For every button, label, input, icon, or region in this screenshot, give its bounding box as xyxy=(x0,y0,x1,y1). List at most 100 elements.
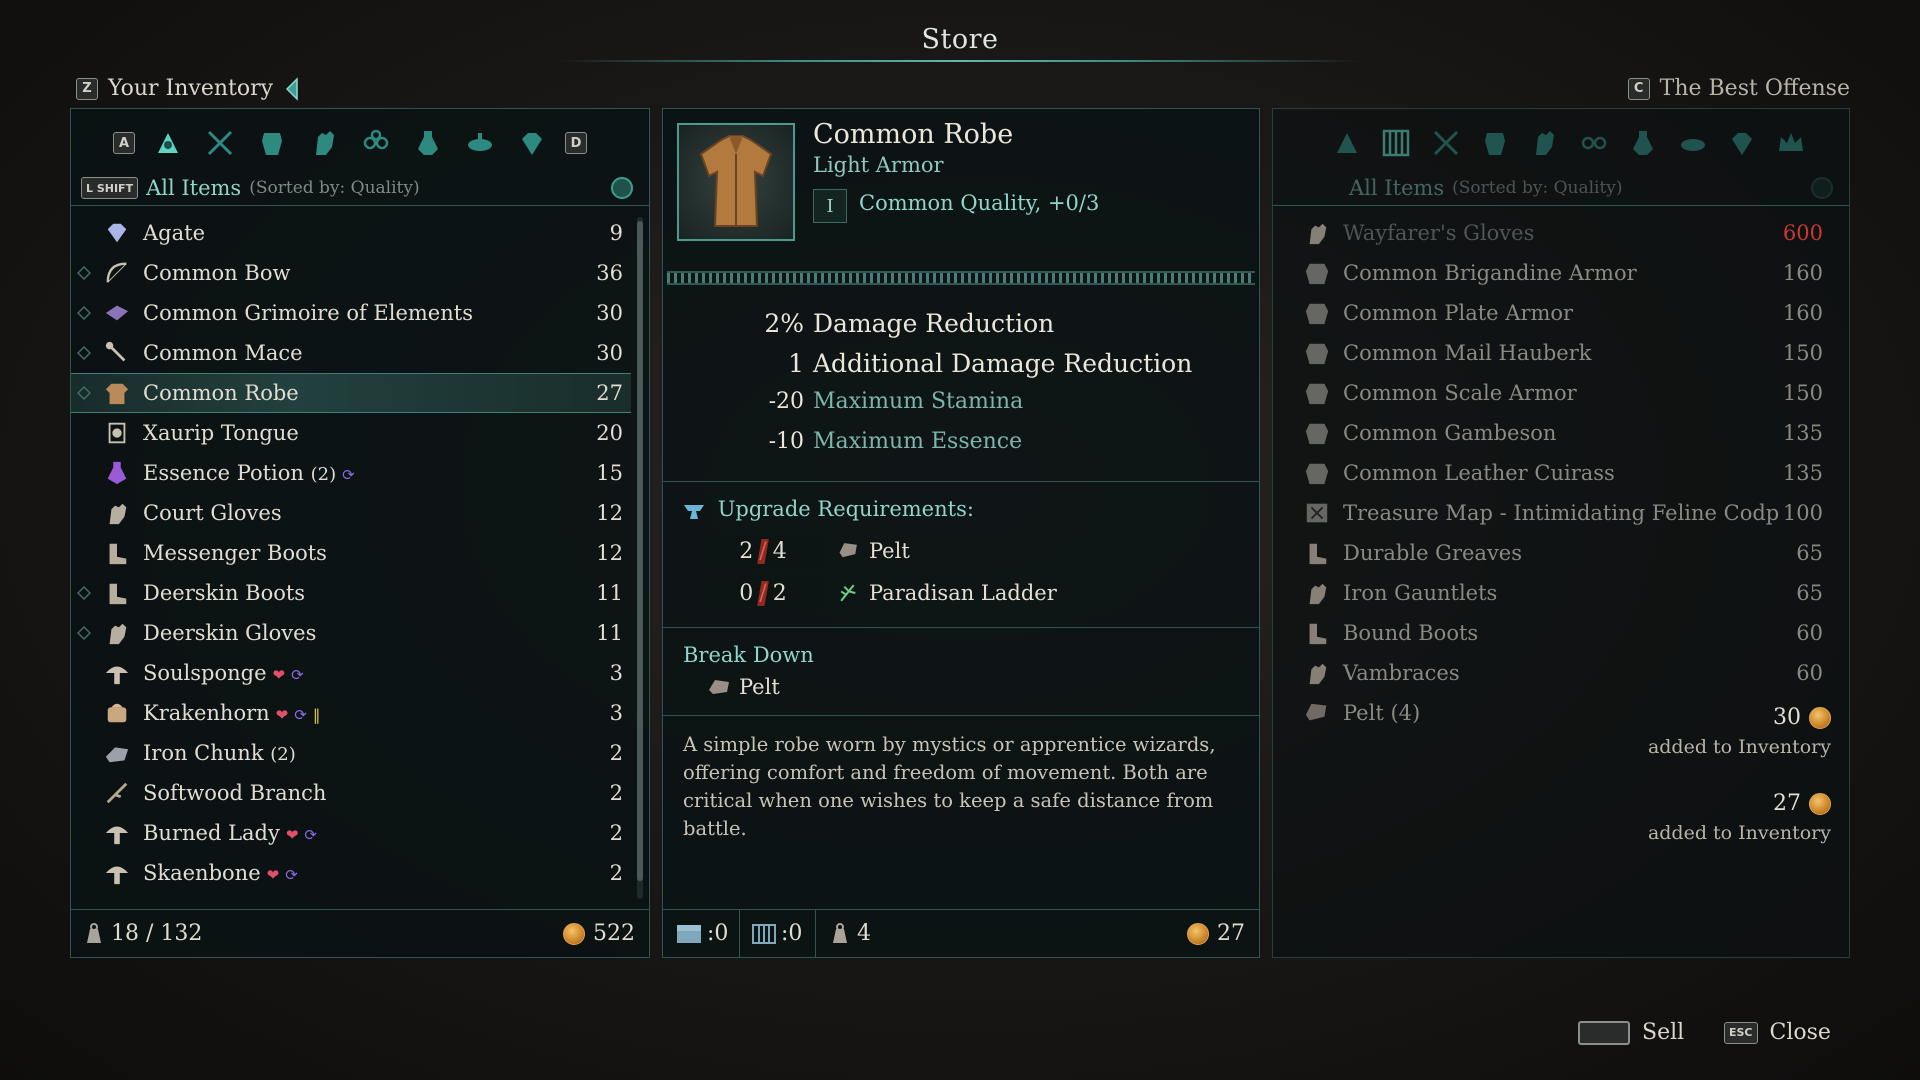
tab-food[interactable] xyxy=(461,124,499,162)
gold-coin-icon xyxy=(563,922,585,945)
d-key[interactable]: D xyxy=(565,132,587,154)
left-item-row[interactable]: Common Grimoire of Elements 30 xyxy=(71,293,631,333)
tab-gems[interactable] xyxy=(1724,124,1759,162)
tab-trinkets[interactable] xyxy=(357,124,395,162)
item-name: Messenger Boots xyxy=(143,541,327,565)
inventory-panel: A D L SHIFT All Items (Sorted by: Qualit… xyxy=(70,108,650,958)
tab-special[interactable] xyxy=(1774,124,1809,162)
tab-food[interactable] xyxy=(1675,124,1710,162)
filter-toggle-icon[interactable] xyxy=(611,177,633,199)
right-item-row[interactable]: Common Gambeson 135 xyxy=(1273,413,1831,453)
diamond-marker-icon xyxy=(77,586,91,600)
left-item-row[interactable]: Skaenbone ❤ ⟳ 2 xyxy=(71,853,631,893)
diamond-marker-icon xyxy=(77,266,91,280)
left-item-row[interactable]: Softwood Branch 2 xyxy=(71,773,631,813)
tab-all-items[interactable] xyxy=(1329,124,1364,162)
item-value: 60 xyxy=(1796,661,1823,685)
divider xyxy=(71,205,649,206)
filter-sort: (Sorted by: Quality) xyxy=(249,178,420,198)
item-value: 150 xyxy=(1782,381,1823,405)
filter-toggle-icon[interactable] xyxy=(1811,177,1833,199)
right-item-row[interactable]: Common Scale Armor 150 xyxy=(1273,373,1831,413)
item-name: Xaurip Tongue xyxy=(143,421,299,445)
branch-icon xyxy=(103,779,131,807)
krakenhorn-icon xyxy=(103,699,131,727)
tab-armor[interactable] xyxy=(253,124,291,162)
right-item-row[interactable]: Common Mail Hauberk 150 xyxy=(1273,333,1831,373)
all-items-icon xyxy=(158,133,178,153)
right-item-row[interactable]: Durable Greaves 65 xyxy=(1273,533,1831,573)
tab-potions[interactable] xyxy=(409,124,447,162)
tab-gloves[interactable] xyxy=(1527,124,1562,162)
left-item-row[interactable]: Krakenhorn ❤ ⟳ ‖ 3 xyxy=(71,693,631,733)
armor-icon xyxy=(1303,459,1331,487)
mushroom-icon xyxy=(103,659,131,687)
right-item-row[interactable]: Common Leather Cuirass 135 xyxy=(1273,453,1831,493)
scroll-thumb[interactable] xyxy=(637,221,643,881)
inventory-filter[interactable]: L SHIFT All Items (Sorted by: Quality) xyxy=(81,173,633,203)
item-description: A simple robe worn by mystics or apprent… xyxy=(683,733,1216,840)
right-item-row[interactable]: Common Brigandine Armor 160 xyxy=(1273,253,1831,293)
left-item-row[interactable]: Common Mace 30 xyxy=(71,333,631,373)
stat-row: -20 Maximum Stamina xyxy=(663,389,1259,429)
sell-action[interactable]: Sell xyxy=(1578,1020,1684,1045)
left-item-row[interactable]: Messenger Boots 12 xyxy=(71,533,631,573)
right-item-row[interactable]: Vambraces 60 xyxy=(1273,653,1831,693)
close-action[interactable]: ESC Close xyxy=(1724,1020,1831,1045)
item-name: Common Leather Cuirass xyxy=(1343,461,1615,485)
item-value: 135 xyxy=(1782,421,1823,445)
diamond-marker-icon xyxy=(77,626,91,640)
right-item-row[interactable]: Bound Boots 60 xyxy=(1273,613,1831,653)
item-quality: Common Quality, +0/3 xyxy=(859,191,1100,215)
vendor-filter[interactable]: All Items (Sorted by: Quality) xyxy=(1349,173,1833,203)
upgrade-requirements: Upgrade Requirements: xyxy=(683,497,974,521)
inventory-scrollbar[interactable] xyxy=(637,217,643,899)
tab-gems[interactable] xyxy=(513,124,551,162)
left-item-row[interactable]: Iron Chunk (2) 2 xyxy=(71,733,631,773)
left-item-row[interactable]: Common Robe 27 xyxy=(71,373,631,413)
left-item-row[interactable]: Agate 9 xyxy=(71,213,631,253)
gold-readout: 522 xyxy=(563,921,635,946)
a-key[interactable]: A xyxy=(113,132,135,154)
tab-weapons[interactable] xyxy=(201,124,239,162)
close-label: Close xyxy=(1769,1020,1831,1045)
item-value: 2 xyxy=(609,821,623,845)
stat-label: Maximum Essence xyxy=(813,429,1023,454)
vendor-header: C The Best Offense xyxy=(1627,76,1850,101)
stash-a-value: :0 xyxy=(707,921,729,946)
trinkets-icon xyxy=(363,129,389,150)
left-item-row[interactable]: Burned Lady ❤ ⟳ 2 xyxy=(71,813,631,853)
stat-value: -10 xyxy=(768,429,804,454)
item-value: 2 xyxy=(609,781,623,805)
tab-storage[interactable] xyxy=(1378,124,1413,162)
tab-all-items[interactable] xyxy=(149,124,187,162)
right-item-row[interactable]: Common Plate Armor 160 xyxy=(1273,293,1831,333)
item-name: Vambraces xyxy=(1343,661,1460,685)
right-item-row[interactable]: Wayfarer's Gloves 600 xyxy=(1273,213,1831,253)
tab-armor[interactable] xyxy=(1477,124,1512,162)
right-item-row[interactable]: Treasure Map - Intimidating Feline Codp 1… xyxy=(1273,493,1831,533)
left-item-row[interactable]: Court Gloves 12 xyxy=(71,493,631,533)
tab-gloves[interactable] xyxy=(305,124,343,162)
left-item-row[interactable]: Common Bow 36 xyxy=(71,253,631,293)
item-value: 600 xyxy=(1782,221,1823,245)
left-item-row[interactable]: Deerskin Gloves 11 xyxy=(71,613,631,653)
stat-label: Maximum Stamina xyxy=(813,389,1024,414)
stamina-icon: ‖ xyxy=(312,706,321,724)
added-notification: 30 added to Inventory xyxy=(1647,705,1831,758)
lshift-key: L SHIFT xyxy=(81,177,139,199)
pelt-icon xyxy=(839,543,857,558)
item-value: 30 xyxy=(596,341,623,365)
robe-icon xyxy=(103,379,131,407)
armor-icon xyxy=(1303,259,1331,287)
stat-label: Additional Damage Reduction xyxy=(813,349,1193,378)
tab-weapons[interactable] xyxy=(1428,124,1463,162)
tab-trinkets[interactable] xyxy=(1576,124,1611,162)
diamond-marker-icon xyxy=(77,386,91,400)
left-item-row[interactable]: Xaurip Tongue 20 xyxy=(71,413,631,453)
left-item-row[interactable]: Essence Potion (2) ⟳ 15 xyxy=(71,453,631,493)
right-item-row[interactable]: Iron Gauntlets 65 xyxy=(1273,573,1831,613)
left-item-row[interactable]: Soulsponge ❤ ⟳ 3 xyxy=(71,653,631,693)
left-item-row[interactable]: Deerskin Boots 11 xyxy=(71,573,631,613)
tab-potions[interactable] xyxy=(1625,124,1660,162)
